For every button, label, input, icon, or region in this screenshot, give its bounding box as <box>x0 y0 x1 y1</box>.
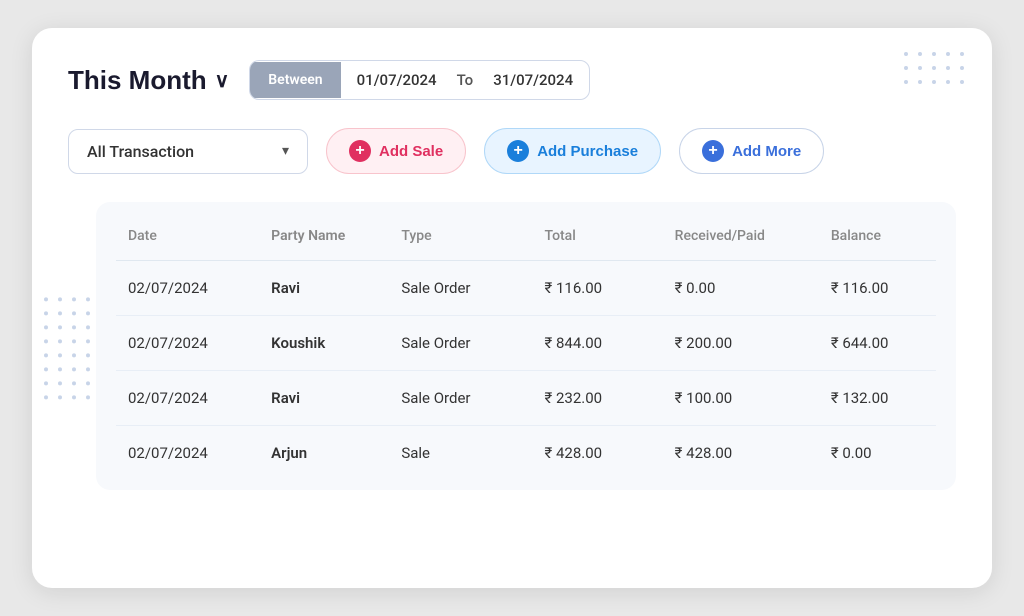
transactions-table: Date Party Name Type Total Received/Paid… <box>116 212 936 480</box>
add-more-plus-icon: + <box>702 140 724 162</box>
col-header-party: Party Name <box>259 212 389 261</box>
header-row: This Month ∨ Between 01/07/2024 To 31/07… <box>68 60 956 100</box>
cell-balance: ₹ 116.00 <box>819 261 936 316</box>
transactions-table-container: Date Party Name Type Total Received/Paid… <box>96 202 956 490</box>
add-sale-label: Add Sale <box>379 143 443 160</box>
cell-party: Koushik <box>259 316 389 371</box>
date-range-box: Between 01/07/2024 To 31/07/2024 <box>249 60 590 100</box>
to-label: To <box>453 71 478 89</box>
table-row[interactable]: 02/07/2024 Ravi Sale Order ₹ 116.00 ₹ 0.… <box>116 261 936 316</box>
transaction-dropdown[interactable]: All Transaction ▾ <box>68 129 308 174</box>
cell-total: ₹ 116.00 <box>533 261 663 316</box>
table-row[interactable]: 02/07/2024 Arjun Sale ₹ 428.00 ₹ 428.00 … <box>116 426 936 481</box>
cell-balance: ₹ 644.00 <box>819 316 936 371</box>
add-more-label: Add More <box>732 143 801 160</box>
chevron-down-icon: ∨ <box>215 68 230 93</box>
cell-date: 02/07/2024 <box>116 426 259 481</box>
table-row[interactable]: 02/07/2024 Koushik Sale Order ₹ 844.00 ₹… <box>116 316 936 371</box>
col-header-date: Date <box>116 212 259 261</box>
cell-balance: ₹ 132.00 <box>819 371 936 426</box>
cell-date: 02/07/2024 <box>116 261 259 316</box>
add-purchase-label: Add Purchase <box>537 143 638 160</box>
cell-received: ₹ 200.00 <box>663 316 819 371</box>
col-header-total: Total <box>533 212 663 261</box>
main-card: This Month ∨ Between 01/07/2024 To 31/07… <box>32 28 992 588</box>
cell-date: 02/07/2024 <box>116 371 259 426</box>
add-purchase-button[interactable]: + Add Purchase <box>484 128 661 174</box>
cell-total: ₹ 232.00 <box>533 371 663 426</box>
cell-received: ₹ 0.00 <box>663 261 819 316</box>
dropdown-arrow-icon: ▾ <box>282 143 289 159</box>
cell-party: Ravi <box>259 261 389 316</box>
cell-type: Sale Order <box>389 316 532 371</box>
add-purchase-plus-icon: + <box>507 140 529 162</box>
col-header-received: Received/Paid <box>663 212 819 261</box>
this-month-button[interactable]: This Month ∨ <box>68 65 229 96</box>
table-row[interactable]: 02/07/2024 Ravi Sale Order ₹ 232.00 ₹ 10… <box>116 371 936 426</box>
col-header-type: Type <box>389 212 532 261</box>
add-sale-button[interactable]: + Add Sale <box>326 128 466 174</box>
cell-received: ₹ 428.00 <box>663 426 819 481</box>
add-more-button[interactable]: + Add More <box>679 128 824 174</box>
cell-total: ₹ 428.00 <box>533 426 663 481</box>
add-sale-plus-icon: + <box>349 140 371 162</box>
cell-party: Ravi <box>259 371 389 426</box>
cell-party: Arjun <box>259 426 389 481</box>
cell-date: 02/07/2024 <box>116 316 259 371</box>
cell-received: ₹ 100.00 <box>663 371 819 426</box>
date-to: 31/07/2024 <box>477 61 589 99</box>
cell-type: Sale Order <box>389 371 532 426</box>
cell-type: Sale <box>389 426 532 481</box>
decorative-dots-left <box>44 297 94 403</box>
between-label: Between <box>250 62 340 98</box>
date-from: 01/07/2024 <box>341 61 453 99</box>
cell-balance: ₹ 0.00 <box>819 426 936 481</box>
filter-row: All Transaction ▾ + Add Sale + Add Purch… <box>68 128 956 174</box>
this-month-label: This Month <box>68 65 207 96</box>
cell-type: Sale Order <box>389 261 532 316</box>
col-header-balance: Balance <box>819 212 936 261</box>
table-header-row: Date Party Name Type Total Received/Paid… <box>116 212 936 261</box>
cell-total: ₹ 844.00 <box>533 316 663 371</box>
transaction-dropdown-label: All Transaction <box>87 142 194 161</box>
decorative-dots-top-right <box>904 52 968 88</box>
